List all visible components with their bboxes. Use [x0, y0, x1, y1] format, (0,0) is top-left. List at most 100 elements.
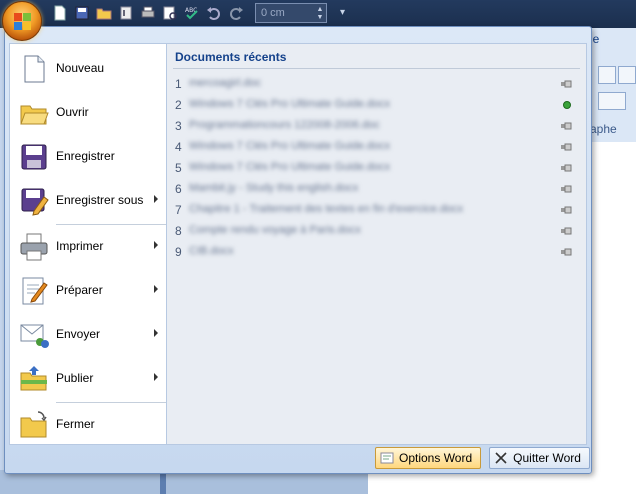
recent-number: 3: [175, 119, 182, 133]
recent-number: 4: [175, 140, 182, 154]
open-folder-icon: [20, 105, 49, 125]
menu-item-label: Imprimer: [56, 239, 104, 253]
menu-item-label: Préparer: [56, 283, 103, 297]
pin-icon[interactable]: [561, 122, 573, 130]
customize-qat-icon[interactable]: ▾: [340, 7, 345, 18]
quit-word-button[interactable]: Quitter Word: [489, 447, 590, 469]
recent-documents-title: Documents récents: [175, 50, 287, 64]
menu-item-ouvrir[interactable]: Ouvrir: [10, 92, 166, 134]
spin-down-icon[interactable]: ▼: [316, 14, 324, 21]
recent-file-name: Windows 7 Clés Pro Ultimate Guide.docx: [189, 98, 391, 110]
recent-document-item[interactable]: 3 Programmationcours 122008-2006.doc: [173, 116, 581, 136]
indent-spinner[interactable]: 0 cm ▲ ▼: [255, 3, 327, 23]
recent-file-name: Compte rendu voyage à Paris.docx: [189, 224, 361, 236]
printer-icon: [20, 233, 48, 261]
spin-up-icon[interactable]: ▲: [316, 6, 324, 13]
recent-document-item[interactable]: 2 Windows 7 Clés Pro Ultimate Guide.docx: [173, 95, 581, 115]
word-options-button[interactable]: Options Word: [375, 447, 482, 469]
word-options-label: Options Word: [399, 451, 473, 465]
print-icon[interactable]: [140, 5, 156, 21]
close-icon: [495, 452, 507, 464]
redo-icon[interactable]: [228, 5, 244, 21]
publish-icon: [20, 366, 47, 391]
quit-word-label: Quitter Word: [513, 451, 581, 465]
office-button[interactable]: [2, 1, 42, 41]
menu-separator: [56, 402, 166, 403]
menu-item-imprimer[interactable]: Imprimer: [10, 226, 166, 268]
submenu-arrow-icon: [154, 373, 158, 381]
recent-number: 6: [175, 182, 182, 196]
menu-item-label: Ouvrir: [56, 105, 89, 119]
recent-number: 9: [175, 245, 182, 259]
recent-document-item[interactable]: 5 Windows 7 Clés Pro Ultimate Guide.docx: [173, 158, 581, 178]
attach-icon[interactable]: [118, 5, 134, 21]
menu-item-publier[interactable]: Publier: [10, 358, 166, 400]
submenu-arrow-icon: [154, 285, 158, 293]
open-folder-icon[interactable]: [96, 5, 112, 21]
menu-separator: [56, 224, 166, 225]
pin-icon[interactable]: [561, 143, 573, 151]
pin-icon[interactable]: [561, 227, 573, 235]
recent-file-name: Windows 7 Clés Pro Ultimate Guide.docx: [189, 161, 391, 173]
submenu-arrow-icon: [154, 329, 158, 337]
recent-file-name: Windows 7 Clés Pro Ultimate Guide.docx: [189, 140, 391, 152]
menu-item-label: Envoyer: [56, 327, 101, 341]
submenu-arrow-icon: [154, 195, 158, 203]
menu-item-fermer[interactable]: Fermer: [10, 404, 166, 446]
recent-document-item[interactable]: 8 Compte rendu voyage à Paris.docx: [173, 221, 581, 241]
recent-file-name: Mambit.jy - Study this english.docx: [189, 182, 359, 194]
menu-item-enregistrer[interactable]: Enregistrer: [10, 136, 166, 178]
save-as-icon: [21, 188, 49, 216]
office-menu: Nouveau Ouvrir Enregistrer Enregistrer s…: [4, 26, 592, 474]
options-icon: [380, 452, 394, 464]
pinned-icon[interactable]: [561, 101, 573, 109]
recent-document-item[interactable]: 4 Windows 7 Clés Pro Ultimate Guide.docx: [173, 137, 581, 157]
office-logo-icon: [14, 13, 32, 31]
send-icon: [20, 324, 49, 348]
quick-access-icons: ABC: [52, 5, 244, 21]
pin-icon[interactable]: [561, 164, 573, 172]
menu-item-label: Enregistrer: [56, 149, 115, 163]
pin-icon[interactable]: [561, 248, 573, 256]
menu-item-nouveau[interactable]: Nouveau: [10, 48, 166, 90]
save-icon[interactable]: [74, 5, 90, 21]
recent-number: 5: [175, 161, 182, 175]
recent-documents-panel: Documents récents 1 mercoagirl.doc 2 Win…: [167, 43, 587, 445]
align-icon: [598, 66, 616, 84]
pin-icon[interactable]: [561, 80, 573, 88]
new-document-icon: [24, 55, 45, 83]
menu-item-label: Publier: [56, 371, 94, 385]
recent-file-name: Programmationcours 122008-2006.doc: [189, 119, 380, 131]
close-folder-icon: [20, 411, 47, 438]
recent-number: 7: [175, 203, 182, 217]
recent-document-item[interactable]: 9 CIB.docx: [173, 242, 581, 262]
align-icon: [618, 66, 636, 84]
recent-number: 8: [175, 224, 182, 238]
line-spacing-icon: [598, 92, 626, 110]
menu-item-envoyer[interactable]: Envoyer: [10, 314, 166, 356]
recent-file-name: Chapitre 1 - Traitement des textes en fi…: [189, 203, 464, 215]
menu-item-enregistrer-sous[interactable]: Enregistrer sous: [10, 180, 166, 222]
quick-access-toolbar: ABC 0 cm ▲ ▼ ▾: [0, 0, 636, 28]
recent-number: 1: [175, 77, 182, 91]
document-page: [585, 142, 636, 494]
pin-icon[interactable]: [561, 206, 573, 214]
recent-document-item[interactable]: 7 Chapitre 1 - Traitement des textes en …: [173, 200, 581, 220]
indent-value: 0 cm: [261, 7, 285, 19]
menu-item-label: Enregistrer sous: [56, 193, 144, 207]
recent-document-item[interactable]: 1 mercoagirl.doc: [173, 74, 581, 94]
undo-icon[interactable]: [206, 5, 222, 21]
save-disk-icon: [21, 144, 47, 170]
menu-item-label: Nouveau: [56, 61, 105, 75]
submenu-arrow-icon: [154, 241, 158, 249]
prepare-icon: [22, 277, 48, 305]
spellcheck-icon[interactable]: ABC: [184, 5, 200, 21]
new-doc-icon[interactable]: [52, 5, 68, 21]
menu-item-preparer[interactable]: Préparer: [10, 270, 166, 312]
recent-document-item[interactable]: 6 Mambit.jy - Study this english.docx: [173, 179, 581, 199]
menu-bottom-bar: Options Word Quitter Word: [375, 447, 590, 469]
menu-commands: Nouveau Ouvrir Enregistrer Enregistrer s…: [9, 43, 167, 445]
recent-file-name: CIB.docx: [189, 245, 234, 257]
pin-icon[interactable]: [561, 185, 573, 193]
print-preview-icon[interactable]: [162, 5, 178, 21]
